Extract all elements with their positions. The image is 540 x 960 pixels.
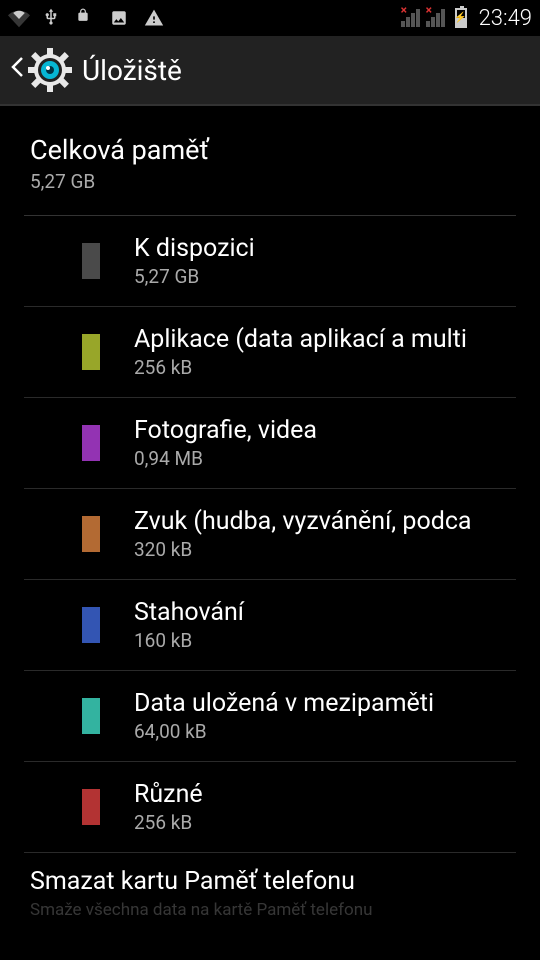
storage-item[interactable]: Zvuk (hudba, vyzvánění, podca320 kB (24, 489, 516, 580)
item-title: Různé (134, 780, 486, 809)
item-text: K dispozici5,27 GB (134, 234, 486, 288)
back-icon[interactable] (10, 56, 24, 84)
image-icon (110, 8, 130, 28)
item-title: Aplikace (data aplikací a multi (134, 325, 486, 354)
item-text: Různé256 kB (134, 780, 486, 834)
storage-item[interactable]: Různé256 kB (24, 762, 516, 853)
total-memory-label: Celková paměť (30, 134, 510, 166)
total-memory-header: Celková paměť 5,27 GB (0, 116, 540, 201)
erase-card-subtitle: Smaže všechna data na kartě Paměť telefo… (30, 900, 510, 920)
page-title: Úložiště (82, 54, 182, 87)
usb-icon (42, 8, 62, 28)
signal-icon-2: × (426, 9, 447, 27)
storage-item[interactable]: Fotografie, videa0,94 MB (24, 398, 516, 489)
lock-icon (76, 8, 96, 28)
item-text: Data uložená v mezipaměti64,00 kB (134, 689, 486, 743)
item-text: Zvuk (hudba, vyzvánění, podca320 kB (134, 507, 486, 561)
signal-icon-1: × (401, 9, 422, 27)
storage-item[interactable]: Data uložená v mezipaměti64,00 kB (24, 671, 516, 762)
warning-icon (144, 8, 164, 28)
item-text: Aplikace (data aplikací a multi256 kB (134, 325, 486, 379)
color-swatch (82, 789, 100, 825)
item-value: 0,94 MB (134, 447, 486, 470)
item-text: Fotografie, videa0,94 MB (134, 416, 486, 470)
storage-list: K dispozici5,27 GB Aplikace (data aplikac… (0, 216, 540, 853)
storage-item[interactable]: Aplikace (data aplikací a multi256 kB (24, 307, 516, 398)
storage-item[interactable]: Stahování160 kB (24, 580, 516, 671)
item-value: 256 kB (134, 811, 486, 834)
status-bar: × × ⚡ 23:49 (0, 0, 540, 36)
item-title: Stahování (134, 598, 486, 627)
item-text: Stahování160 kB (134, 598, 486, 652)
item-value: 320 kB (134, 538, 486, 561)
status-right: × × ⚡ 23:49 (401, 6, 532, 31)
storage-item[interactable]: K dispozici5,27 GB (24, 216, 516, 307)
status-left (8, 8, 164, 28)
item-title: K dispozici (134, 234, 486, 263)
content: Celková paměť 5,27 GB K dispozici5,27 GB… (0, 106, 540, 920)
item-value: 256 kB (134, 356, 486, 379)
color-swatch (82, 516, 100, 552)
item-title: Data uložená v mezipaměti (134, 689, 486, 718)
color-swatch (82, 243, 100, 279)
color-swatch (82, 698, 100, 734)
clock: 23:49 (479, 6, 532, 31)
item-value: 5,27 GB (134, 265, 486, 288)
battery-icon: ⚡ (455, 8, 467, 28)
item-value: 64,00 kB (134, 720, 486, 743)
erase-card-title: Smazat kartu Paměť telefonu (30, 867, 510, 896)
total-memory-value: 5,27 GB (30, 170, 510, 193)
color-swatch (82, 425, 100, 461)
erase-card-item[interactable]: Smazat kartu Paměť telefonu Smaže všechn… (0, 853, 540, 920)
color-swatch (82, 607, 100, 643)
item-value: 160 kB (134, 629, 486, 652)
color-swatch (82, 334, 100, 370)
wifi-icon (8, 8, 28, 28)
action-bar[interactable]: Úložiště (0, 36, 540, 106)
item-title: Zvuk (hudba, vyzvánění, podca (134, 507, 486, 536)
app-icon (28, 48, 72, 92)
item-title: Fotografie, videa (134, 416, 486, 445)
